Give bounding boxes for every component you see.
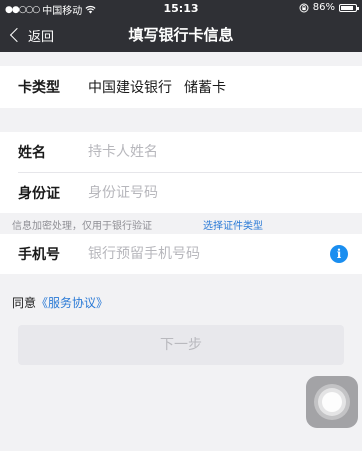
select-id-type-link[interactable]: 选择证件类型 xyxy=(203,217,263,232)
assistive-ring-core xyxy=(322,392,342,412)
status-bar: ●●○○○ 中国移动 15:13 86% xyxy=(0,0,362,18)
name-label: 姓名 xyxy=(18,145,46,161)
orientation-lock-icon xyxy=(299,3,309,12)
phone-row: 手机号 i xyxy=(0,234,362,274)
phone-input[interactable] xyxy=(88,246,308,262)
id-number-input[interactable] xyxy=(88,185,308,201)
card-type-section: 卡类型 中国建设银行 储蓄卡 xyxy=(0,66,362,108)
agreement-prefix: 同意 xyxy=(12,296,37,310)
agreement: 同意《服务协议》 xyxy=(0,294,362,311)
phone-label: 手机号 xyxy=(18,247,60,263)
card-type-label: 卡类型 xyxy=(18,80,60,96)
name-row: 姓名 xyxy=(0,132,362,172)
nav-bar: 返回 填写银行卡信息 xyxy=(0,18,362,52)
info-icon[interactable]: i xyxy=(330,245,348,263)
assistive-touch-button[interactable] xyxy=(306,376,358,428)
status-right: 86% xyxy=(299,2,359,13)
page-title: 填写银行卡信息 xyxy=(128,26,234,44)
hint-bar: 信息加密处理，仅用于银行验证 选择证件类型 xyxy=(0,213,362,234)
bank-name: 中国建设银行 xyxy=(88,80,172,96)
id-row: 身份证 xyxy=(0,173,362,213)
id-label: 身份证 xyxy=(18,186,60,202)
next-button[interactable]: 下一步 xyxy=(18,325,344,365)
name-input[interactable] xyxy=(88,144,308,160)
phone-section: 手机号 i xyxy=(0,234,362,274)
identity-section: 姓名 身份证 xyxy=(0,132,362,213)
encryption-note: 信息加密处理，仅用于银行验证 xyxy=(12,221,152,232)
service-agreement-link[interactable]: 《服务协议》 xyxy=(36,296,108,310)
battery-percent: 86% xyxy=(312,2,335,13)
card-type-row: 卡类型 中国建设银行 储蓄卡 xyxy=(0,66,362,108)
battery-icon xyxy=(339,3,359,12)
card-kind: 储蓄卡 xyxy=(184,80,226,96)
